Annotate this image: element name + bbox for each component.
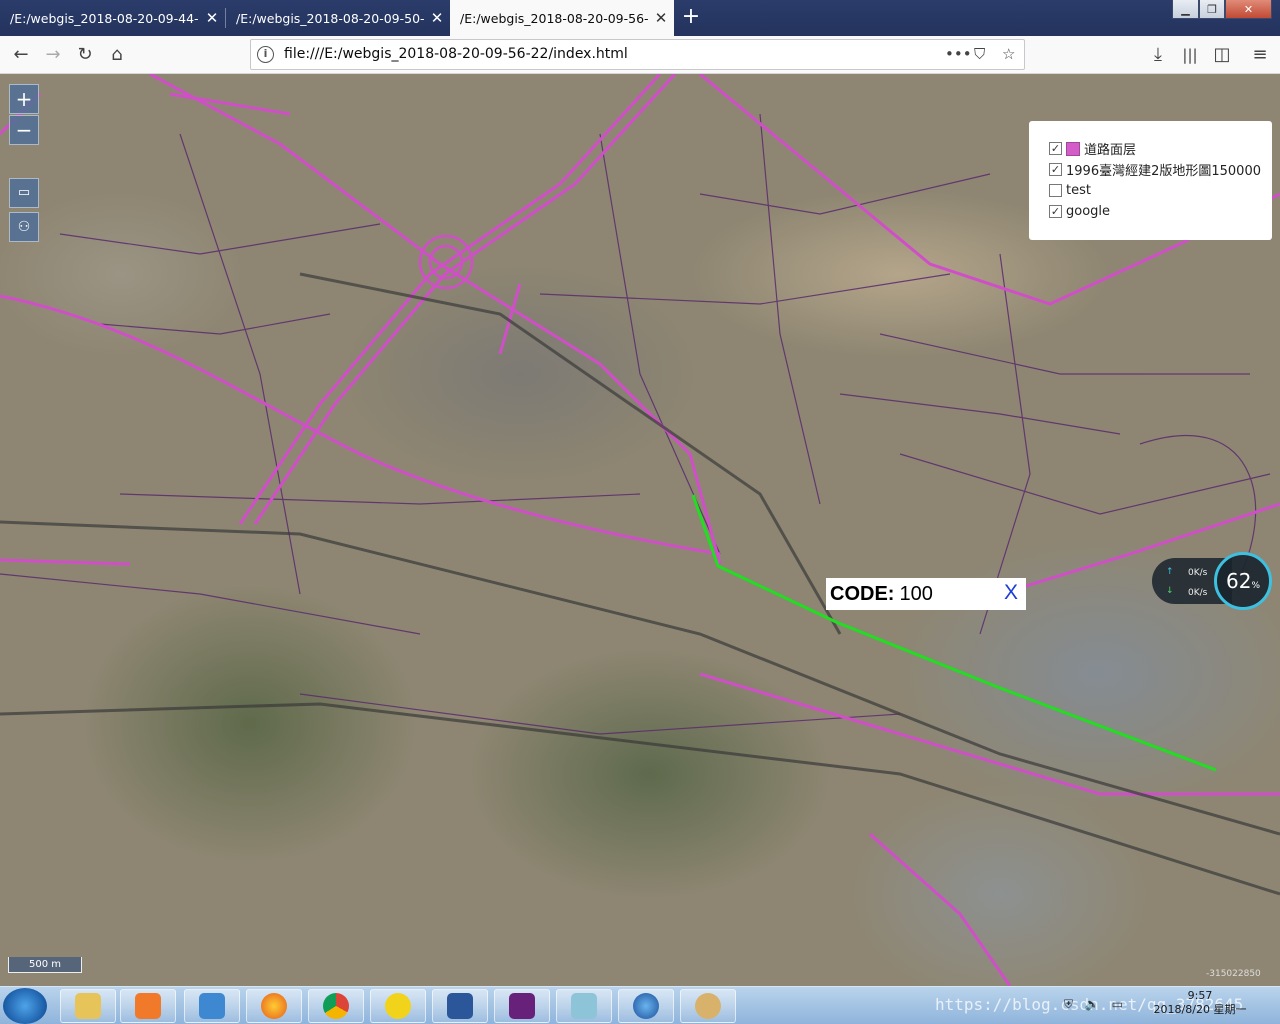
globe-icon — [633, 993, 659, 1019]
scale-bar: 500 m — [8, 957, 82, 973]
firefox-icon — [261, 993, 287, 1019]
menu-icon[interactable]: ≡ — [1245, 40, 1275, 70]
taskbar-app-notes[interactable] — [556, 989, 612, 1023]
app-icon — [385, 993, 411, 1019]
download-speed: 0K/s — [1188, 588, 1208, 598]
download-icon[interactable]: ⤓ — [1143, 40, 1173, 70]
layer-checkbox[interactable] — [1049, 184, 1062, 197]
layer-checkbox[interactable]: ✓ — [1049, 205, 1062, 218]
forward-icon[interactable]: → — [38, 40, 68, 70]
info-icon[interactable]: i — [257, 46, 274, 63]
map-viewport[interactable]: + − ▭ ⚇ ✓ 道路面层 ✓ 1996臺灣經建2版地形圖150000 tes… — [0, 74, 1280, 986]
home-icon[interactable]: ⌂ — [102, 40, 132, 70]
close-icon[interactable]: ✕ — [648, 9, 674, 27]
layer-color-swatch — [1066, 141, 1080, 156]
taskbar-globe[interactable] — [618, 989, 674, 1023]
layer-label: 道路面层 — [1084, 143, 1137, 158]
clock-date: 2018/8/20 星期一 — [1153, 1003, 1247, 1016]
new-tab-button[interactable]: + — [677, 3, 705, 31]
tab-1[interactable]: /E:/webgis_2018-08-20-09-44-1… ✕ — [0, 0, 225, 36]
taskbar-app[interactable] — [184, 989, 240, 1023]
measure-ruler-icon[interactable]: ▭ — [9, 178, 39, 208]
binoculars-icon[interactable]: ⚇ — [9, 212, 39, 242]
layer-switcher: ✓ 道路面层 ✓ 1996臺灣經建2版地形圖150000 test ✓ goog… — [1029, 121, 1272, 240]
minimize-button[interactable]: ▁ — [1172, 0, 1199, 19]
taskbar-firefox[interactable] — [246, 989, 302, 1023]
url-bar[interactable]: i file:///E:/webgis_2018-08-20-09-56-22/… — [250, 39, 1025, 70]
system-clock[interactable]: 9:57 2018/8/20 星期一 — [1150, 989, 1250, 1017]
taskbar-app-yellow[interactable] — [370, 989, 426, 1023]
start-button[interactable] — [3, 988, 47, 1024]
network-icon[interactable]: ▭ — [1112, 997, 1123, 1011]
layer-item-topomap[interactable]: ✓ 1996臺灣經建2版地形圖150000 — [1029, 159, 1272, 180]
tab-strip: /E:/webgis_2018-08-20-09-44-1… ✕ /E:/web… — [0, 0, 1280, 36]
url-text[interactable]: file:///E:/webgis_2018-08-20-09-56-22/in… — [284, 46, 628, 62]
navigation-toolbar: ← → ↻ ⌂ i file:///E:/webgis_2018-08-20-0… — [0, 36, 1280, 74]
download-arrow-icon: ↓ — [1166, 586, 1174, 596]
close-icon[interactable]: ✕ — [199, 9, 225, 27]
taskbar-explorer[interactable] — [60, 989, 116, 1023]
page-actions-icon[interactable]: ••• — [945, 45, 972, 63]
selected-road-highlight[interactable] — [691, 494, 1217, 772]
feature-popup: CODE: 100 X — [826, 578, 1026, 610]
word-icon — [447, 993, 473, 1019]
popup-key: CODE: — [830, 582, 895, 605]
shield-icon[interactable]: ⛨ — [1064, 997, 1073, 1011]
back-icon[interactable]: ← — [6, 40, 36, 70]
popup-close-button[interactable]: X — [1004, 581, 1018, 605]
layer-label: test — [1066, 183, 1091, 198]
taskbar-word[interactable] — [432, 989, 488, 1023]
layer-label: 1996臺灣經建2版地形圖150000 — [1066, 164, 1261, 179]
percent-sign: % — [1251, 581, 1260, 591]
taskbar-chrome[interactable] — [308, 989, 364, 1023]
volume-icon[interactable]: 🔈 — [1085, 997, 1100, 1011]
popup-value: 100 — [899, 582, 933, 605]
windows-taskbar: https://blog.csdn.net/qq_3782645 ⛨ 🔈 ▭ 9… — [0, 986, 1280, 1024]
layer-item-roads[interactable]: ✓ 道路面层 — [1029, 138, 1272, 159]
paint-palette-icon — [695, 993, 721, 1019]
network-speed-widget[interactable]: ↑ 0K/s ↓ 0K/s 62% — [1152, 552, 1280, 610]
app-icon — [571, 993, 597, 1019]
layer-label: google — [1066, 204, 1111, 219]
window-controls: ▁ ❐ ✕ — [1172, 0, 1272, 20]
bookmark-star-icon[interactable]: ☆ — [1002, 45, 1015, 63]
layer-checkbox[interactable]: ✓ — [1049, 142, 1062, 155]
library-icon[interactable]: ||| — [1175, 40, 1205, 70]
upload-arrow-icon: ↑ — [1166, 567, 1174, 577]
tab-2[interactable]: /E:/webgis_2018-08-20-09-50-3… ✕ — [226, 0, 450, 36]
layer-checkbox[interactable]: ✓ — [1049, 163, 1062, 176]
app-icon — [199, 993, 225, 1019]
clock-time: 9:57 — [1187, 989, 1213, 1002]
upload-speed: 0K/s — [1188, 568, 1208, 578]
restore-button[interactable]: ❐ — [1199, 0, 1225, 19]
folder-icon — [75, 993, 101, 1019]
zoom-in-button[interactable]: + — [9, 84, 39, 114]
tab-title: /E:/webgis_2018-08-20-09-56-2… — [460, 10, 648, 26]
taskbar-paint[interactable] — [680, 989, 736, 1023]
reload-icon[interactable]: ↻ — [70, 40, 100, 70]
tab-title: /E:/webgis_2018-08-20-09-50-3… — [236, 10, 424, 26]
close-window-button[interactable]: ✕ — [1225, 0, 1272, 19]
layer-item-google[interactable]: ✓ google — [1029, 201, 1272, 222]
close-icon[interactable]: ✕ — [424, 9, 450, 27]
media-player-icon — [135, 993, 161, 1019]
memory-percent-gauge: 62% — [1214, 552, 1272, 610]
visual-studio-icon — [509, 993, 535, 1019]
attribution: -315022850 — [1206, 969, 1261, 979]
sidebar-icon[interactable]: ◫ — [1207, 40, 1237, 70]
memory-percent: 62 — [1225, 569, 1252, 593]
pocket-icon[interactable]: ⛉ — [974, 45, 985, 63]
layer-item-test[interactable]: test — [1029, 180, 1272, 201]
zoom-out-button[interactable]: − — [9, 115, 39, 145]
taskbar-media-player[interactable] — [120, 989, 176, 1023]
system-tray[interactable]: ⛨ 🔈 ▭ — [1064, 997, 1123, 1012]
chrome-icon — [323, 993, 349, 1019]
taskbar-visual-studio[interactable] — [494, 989, 550, 1023]
tab-title: /E:/webgis_2018-08-20-09-44-1… — [10, 10, 199, 26]
tab-3-active[interactable]: /E:/webgis_2018-08-20-09-56-2… ✕ — [450, 0, 674, 36]
